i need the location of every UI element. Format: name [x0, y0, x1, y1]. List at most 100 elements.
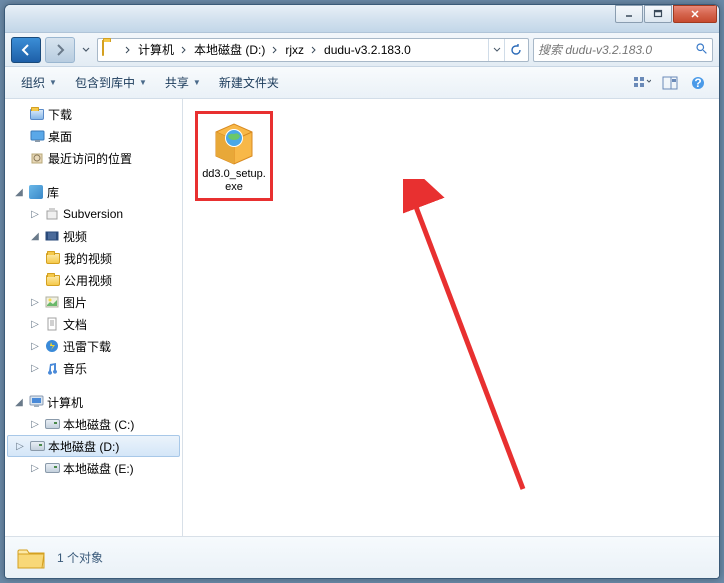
sidebar-label: 计算机 [47, 394, 182, 411]
navigation-bar: 计算机 本地磁盘 (D:) rjxz dudu-v3.2.183.0 [5, 33, 719, 67]
installer-icon [210, 118, 258, 166]
breadcrumb-computer[interactable]: 计算机 [134, 39, 178, 61]
xunlei-icon [44, 338, 60, 354]
address-dropdown[interactable] [488, 39, 504, 61]
sidebar-label: 库 [47, 184, 182, 201]
maximize-button[interactable] [644, 5, 672, 23]
sidebar-label: Subversion [63, 207, 182, 221]
breadcrumb-arrow[interactable] [269, 39, 281, 61]
library-icon [28, 184, 44, 200]
sidebar-label: 视频 [63, 228, 182, 245]
sidebar-item-xunlei[interactable]: ▷ 迅雷下载 [5, 335, 182, 357]
drive-icon [29, 438, 45, 454]
sidebar-item-drive-e[interactable]: ▷ 本地磁盘 (E:) [5, 457, 182, 479]
share-menu[interactable]: 共享 ▼ [157, 70, 209, 95]
nav-history-dropdown[interactable] [79, 37, 93, 63]
download-icon [29, 106, 45, 122]
recent-icon [29, 150, 45, 166]
expand-icon[interactable]: ▷ [29, 418, 41, 430]
preview-pane-button[interactable] [657, 72, 683, 94]
sidebar-item-libraries[interactable]: ◢ 库 [5, 181, 182, 203]
documents-icon [44, 316, 60, 332]
view-options-button[interactable] [629, 72, 655, 94]
sidebar-label: 音乐 [63, 360, 182, 377]
back-button[interactable] [11, 37, 41, 63]
sidebar-label: 迅雷下载 [63, 338, 182, 355]
sidebar-item-computer[interactable]: ◢ 计算机 [5, 391, 182, 413]
computer-icon [28, 394, 44, 410]
expand-icon[interactable]: ▷ [14, 440, 26, 452]
file-item-setup-exe[interactable]: dd3.0_setup.exe [195, 111, 273, 201]
sidebar-item-downloads[interactable]: 下载 [5, 103, 182, 125]
sidebar-label: 下载 [48, 106, 182, 123]
breadcrumb-dudu[interactable]: dudu-v3.2.183.0 [320, 39, 415, 61]
expand-icon[interactable]: ▷ [29, 462, 41, 474]
sidebar-item-pictures[interactable]: ▷ 图片 [5, 291, 182, 313]
expand-icon[interactable]: ▷ [29, 362, 41, 374]
sidebar-label: 文档 [63, 316, 182, 333]
sidebar-item-my-videos[interactable]: 我的视频 [5, 247, 182, 269]
sidebar-item-recent[interactable]: 最近访问的位置 [5, 147, 182, 169]
sidebar-item-documents[interactable]: ▷ 文档 [5, 313, 182, 335]
breadcrumb-arrow[interactable] [308, 39, 320, 61]
sidebar-item-subversion[interactable]: ▷ Subversion [5, 203, 182, 225]
search-box[interactable] [533, 38, 713, 62]
search-input[interactable] [538, 43, 695, 57]
svg-text:?: ? [694, 76, 701, 90]
toolbar: 组织 ▼ 包含到库中 ▼ 共享 ▼ 新建文件夹 ? [5, 67, 719, 99]
sidebar-item-drive-d[interactable]: ▷ 本地磁盘 (D:) [7, 435, 180, 457]
explorer-window: 计算机 本地磁盘 (D:) rjxz dudu-v3.2.183.0 组织 [4, 4, 720, 579]
sidebar-label: 本地磁盘 (C:) [63, 416, 182, 433]
subversion-icon [44, 206, 60, 222]
sidebar-item-public-videos[interactable]: 公用视频 [5, 269, 182, 291]
share-label: 共享 [165, 74, 189, 91]
breadcrumb-rjxz[interactable]: rjxz [281, 39, 308, 61]
chevron-down-icon: ▼ [193, 78, 201, 87]
include-in-library-menu[interactable]: 包含到库中 ▼ [67, 70, 155, 95]
sidebar-item-music[interactable]: ▷ 音乐 [5, 357, 182, 379]
drive-icon [44, 416, 60, 432]
folder-icon [102, 41, 120, 59]
expand-icon[interactable]: ▷ [29, 340, 41, 352]
sidebar-label: 公用视频 [64, 272, 182, 289]
sidebar-item-videos[interactable]: ◢ 视频 [5, 225, 182, 247]
organize-menu[interactable]: 组织 ▼ [13, 70, 65, 95]
sidebar-item-desktop[interactable]: 桌面 [5, 125, 182, 147]
include-label: 包含到库中 [75, 74, 135, 91]
collapse-icon[interactable]: ◢ [29, 230, 41, 242]
address-bar[interactable]: 计算机 本地磁盘 (D:) rjxz dudu-v3.2.183.0 [97, 38, 529, 62]
help-button[interactable]: ? [685, 72, 711, 94]
chevron-down-icon: ▼ [139, 78, 147, 87]
sidebar-item-drive-c[interactable]: ▷ 本地磁盘 (C:) [5, 413, 182, 435]
folder-icon [45, 250, 61, 266]
collapse-icon[interactable]: ◢ [13, 396, 25, 408]
breadcrumb-arrow[interactable] [178, 39, 190, 61]
new-folder-button[interactable]: 新建文件夹 [211, 70, 287, 95]
desktop-icon [29, 128, 45, 144]
search-icon[interactable] [695, 42, 708, 58]
titlebar [5, 5, 719, 33]
refresh-button[interactable] [504, 39, 526, 61]
navigation-tree[interactable]: 下载 桌面 最近访问的位置 ◢ 库 ▷ Subversion [5, 99, 183, 536]
chevron-down-icon: ▼ [49, 78, 57, 87]
expand-icon[interactable]: ▷ [29, 318, 41, 330]
pictures-icon [44, 294, 60, 310]
status-bar: 1 个对象 [5, 536, 719, 578]
minimize-button[interactable] [615, 5, 643, 23]
music-icon [44, 360, 60, 376]
file-label: dd3.0_setup.exe [202, 168, 266, 194]
drive-icon [44, 460, 60, 476]
file-list-area[interactable]: dd3.0_setup.exe [183, 99, 719, 536]
folder-icon [15, 542, 47, 574]
expand-icon[interactable]: ▷ [29, 296, 41, 308]
collapse-icon[interactable]: ◢ [13, 186, 25, 198]
annotation-arrow [403, 179, 533, 499]
forward-button[interactable] [45, 37, 75, 63]
close-button[interactable] [673, 5, 717, 23]
breadcrumb-root-arrow[interactable] [122, 39, 134, 61]
organize-label: 组织 [21, 74, 45, 91]
expand-icon[interactable]: ▷ [29, 208, 41, 220]
folder-icon [45, 272, 61, 288]
breadcrumb-drive-d[interactable]: 本地磁盘 (D:) [190, 39, 269, 61]
sidebar-label: 最近访问的位置 [48, 150, 182, 167]
